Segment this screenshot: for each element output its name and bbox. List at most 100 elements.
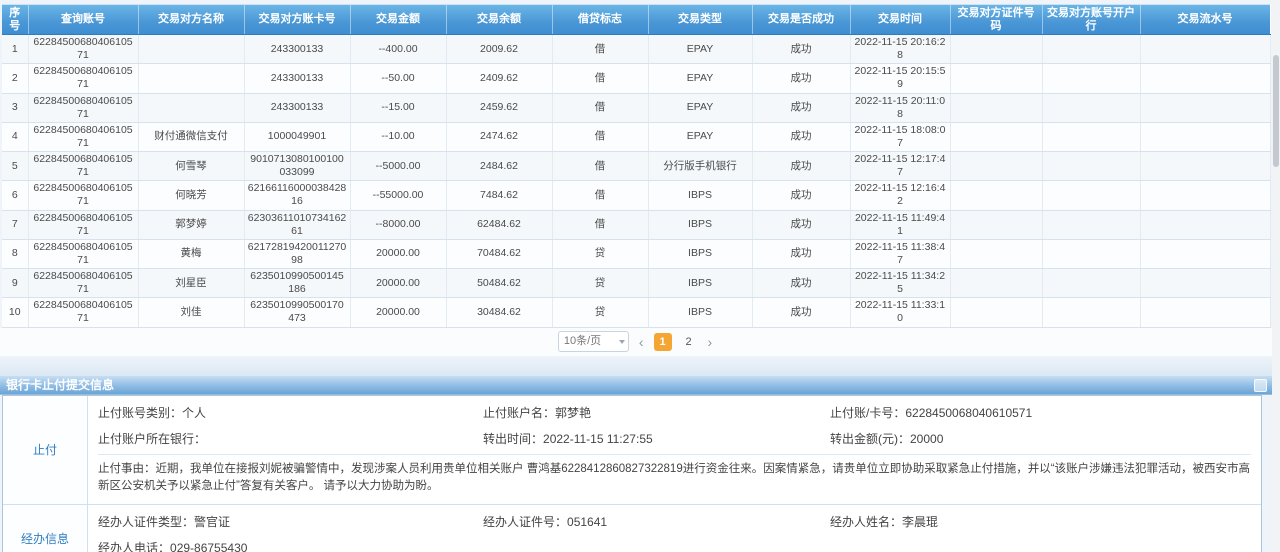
cell-counterparty-name: 刘星臣 (138, 269, 244, 298)
field-label: 止付账户名： (483, 406, 555, 420)
table-row[interactable]: 5 6228450068040610571 何雪琴 90107130801001… (2, 152, 1270, 181)
cell-type: EPAY (648, 35, 752, 64)
cell-success: 成功 (752, 152, 850, 181)
table-row[interactable]: 10 6228450068040610571 刘佳 62350109905001… (2, 298, 1270, 327)
cell-seq: 4 (2, 122, 28, 151)
cell-type: IBPS (648, 210, 752, 239)
cell-balance: 2009.62 (446, 35, 552, 64)
field-label: 止付账号类别： (98, 406, 182, 420)
stop-payment-section-header: 银行卡止付提交信息 (0, 376, 1272, 395)
column-header-counterparty-card: 交易对方账卡号 (244, 5, 350, 35)
table-row[interactable]: 8 6228450068040610571 黄梅 621728194200112… (2, 239, 1270, 268)
cell-counterparty-card: 1000049901 (244, 122, 350, 151)
cell-time: 2022-11-15 20:16:28 (850, 35, 950, 64)
cell-counterparty-card: 6216611600003842816 (244, 181, 350, 210)
cell-debit-credit: 借 (552, 35, 648, 64)
cell-query-account: 6228450068040610571 (28, 93, 138, 122)
stop-payment-reason: 止付事由：近期，我单位在接报刘妮被骗警情中，发现涉案人员利用贵单位相关账户 曹鸿… (98, 454, 1251, 501)
cell-type: IBPS (648, 298, 752, 327)
cell-counterparty-card: 9010713080100100033099 (244, 152, 350, 181)
page-size-select[interactable]: 10条/页 (558, 331, 629, 352)
cell-serial-no (1140, 298, 1270, 327)
table-row[interactable]: 3 6228450068040610571 243300133 --15.00 … (2, 93, 1270, 122)
chevron-down-icon (619, 340, 625, 344)
column-header-debit-credit: 借贷标志 (552, 5, 648, 35)
field-label: 经办人电话： (98, 541, 170, 552)
cell-query-account: 6228450068040610571 (28, 122, 138, 151)
field-value: 李晨琨 (902, 515, 938, 529)
field-value: 6228450068040610571 (905, 406, 1032, 420)
table-row[interactable]: 1 6228450068040610571 243300133 --400.00… (2, 35, 1270, 64)
table-row[interactable]: 4 6228450068040610571 财付通微信支付 1000049901… (2, 122, 1270, 151)
field-label: 转出金额(元)： (830, 432, 910, 446)
cell-success: 成功 (752, 35, 850, 64)
table-row[interactable]: 2 6228450068040610571 243300133 --50.00 … (2, 64, 1270, 93)
cell-counterparty-bank (1042, 64, 1140, 93)
cell-counterparty-id (950, 35, 1042, 64)
cell-counterparty-name (138, 35, 244, 64)
cell-counterparty-id (950, 93, 1042, 122)
cell-debit-credit: 借 (552, 93, 648, 122)
cell-success: 成功 (752, 269, 850, 298)
cell-type: IBPS (648, 269, 752, 298)
cell-balance: 70484.62 (446, 239, 552, 268)
cell-time: 2022-11-15 11:38:47 (850, 239, 950, 268)
cell-seq: 5 (2, 152, 28, 181)
cell-serial-no (1140, 239, 1270, 268)
page-button-1[interactable]: 1 (654, 333, 672, 351)
table-row[interactable]: 7 6228450068040610571 郭梦婷 62303611010734… (2, 210, 1270, 239)
vertical-scrollbar[interactable] (1272, 0, 1280, 552)
cell-amount: 20000.00 (350, 269, 446, 298)
field-label: 止付账户所在银行： (98, 432, 206, 446)
next-page-button[interactable]: › (706, 333, 715, 351)
pagination-bar: 10条/页 ‹ 1 2 › (0, 328, 1272, 356)
field-transfer-amount: 转出金额(元)：20000 (830, 430, 1251, 447)
cell-counterparty-bank (1042, 93, 1140, 122)
column-header-counterparty-name: 交易对方名称 (138, 5, 244, 35)
page-button-2[interactable]: 2 (680, 333, 698, 351)
cell-time: 2022-11-15 11:49:41 (850, 210, 950, 239)
cell-serial-no (1140, 152, 1270, 181)
field-row: 经办人证件类型：警官证 经办人证件号：051641 经办人姓名：李晨琨 (98, 507, 1251, 533)
cell-query-account: 6228450068040610571 (28, 35, 138, 64)
page-size-value: 10条/页 (564, 335, 601, 347)
cell-counterparty-name: 郭梦婷 (138, 210, 244, 239)
cell-counterparty-id (950, 64, 1042, 93)
transactions-table: 序号 查询账号 交易对方名称 交易对方账卡号 交易金额 交易余额 借贷标志 交易… (2, 5, 1271, 328)
field-row: 止付账户所在银行： 转出时间：2022-11-15 11:27:55 转出金额(… (98, 424, 1251, 450)
cell-serial-no (1140, 35, 1270, 64)
cell-type: IBPS (648, 181, 752, 210)
field-empty (483, 539, 830, 552)
prev-page-button[interactable]: ‹ (637, 333, 646, 351)
table-row[interactable]: 6 6228450068040610571 何晓芳 62166116000038… (2, 181, 1270, 210)
cell-seq: 1 (2, 35, 28, 64)
cell-balance: 2409.62 (446, 64, 552, 93)
cell-type: EPAY (648, 64, 752, 93)
cell-query-account: 6228450068040610571 (28, 239, 138, 268)
cell-time: 2022-11-15 20:11:08 (850, 93, 950, 122)
cell-type: 分行版手机银行 (648, 152, 752, 181)
cell-balance: 2484.62 (446, 152, 552, 181)
cell-query-account: 6228450068040610571 (28, 269, 138, 298)
column-header-query-account: 查询账号 (28, 5, 138, 35)
field-label: 经办人证件号： (483, 515, 567, 529)
field-handler-phone: 经办人电话：029-86755430 (98, 539, 483, 552)
cell-success: 成功 (752, 298, 850, 327)
cell-balance: 30484.62 (446, 298, 552, 327)
cell-counterparty-bank (1042, 152, 1140, 181)
field-account-type: 止付账号类别：个人 (98, 404, 483, 421)
cell-serial-no (1140, 122, 1270, 151)
scrollbar-thumb[interactable] (1273, 55, 1279, 167)
cell-query-account: 6228450068040610571 (28, 64, 138, 93)
stop-payment-panel: 止付 止付账号类别：个人 止付账户名：郭梦艳 止付账/卡号：6228450068… (2, 395, 1262, 552)
transactions-header-row: 序号 查询账号 交易对方名称 交易对方账卡号 交易金额 交易余额 借贷标志 交易… (2, 5, 1270, 35)
cell-counterparty-id (950, 122, 1042, 151)
cell-counterparty-bank (1042, 122, 1140, 151)
cell-type: EPAY (648, 93, 752, 122)
cell-counterparty-id (950, 298, 1042, 327)
collapse-icon[interactable] (1254, 379, 1267, 392)
field-value: 个人 (182, 406, 206, 420)
cell-query-account: 6228450068040610571 (28, 298, 138, 327)
cell-amount: --400.00 (350, 35, 446, 64)
table-row[interactable]: 9 6228450068040610571 刘星臣 62350109905001… (2, 269, 1270, 298)
